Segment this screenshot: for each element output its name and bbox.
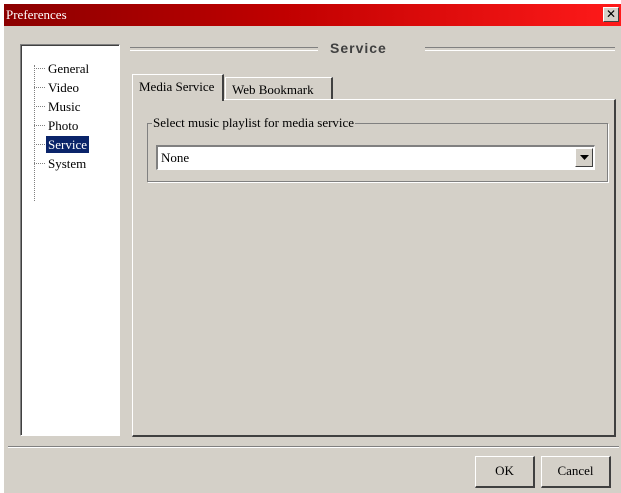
category-tree: General Video Music Photo Service System: [20, 44, 120, 436]
tree-branch-line: [34, 87, 45, 88]
tree-branch-line: [34, 68, 45, 69]
tree-branch-line: [34, 144, 45, 145]
tree-connector-line: [34, 65, 35, 201]
tree-item-label: System: [48, 156, 87, 171]
header-divider-left: [130, 47, 318, 51]
footer-separator: [8, 446, 619, 448]
playlist-groupbox: Select music playlist for media service …: [147, 115, 608, 182]
cancel-button[interactable]: Cancel: [541, 456, 611, 488]
close-icon: ✕: [605, 7, 617, 21]
tab-label: Web Bookmark: [232, 82, 314, 97]
dropdown-button[interactable]: [575, 148, 593, 167]
tab-strip: Media Service Web Bookmark: [132, 74, 616, 101]
chevron-down-icon: [580, 155, 589, 160]
ok-button[interactable]: OK: [475, 456, 535, 488]
playlist-select-value: None: [161, 150, 190, 165]
tree-branch-line: [34, 106, 45, 107]
tree-item-label: Music: [48, 99, 81, 114]
ok-button-label: OK: [495, 463, 514, 478]
tab-label: Media Service: [139, 79, 215, 94]
close-button[interactable]: ✕: [603, 7, 619, 22]
window-title: Preferences: [6, 7, 67, 22]
section-header: Service: [130, 40, 615, 63]
tree-item-label: Service: [46, 136, 89, 153]
title-bar[interactable]: Preferences ✕: [4, 4, 621, 26]
cancel-button-label: Cancel: [557, 463, 594, 478]
tree-item-label: General: [48, 61, 90, 76]
tree-branch-line: [34, 125, 45, 126]
playlist-select[interactable]: None: [156, 145, 595, 170]
preferences-window: Preferences ✕ General Video Music Photo …: [4, 4, 621, 493]
tree-branch-line: [34, 163, 45, 164]
tab-panel-media-service: Select music playlist for media service …: [132, 99, 616, 437]
tree-item-label: Photo: [48, 118, 79, 133]
tree-item-label: Video: [48, 80, 79, 95]
groupbox-label: Select music playlist for media service: [152, 115, 356, 131]
section-title: Service: [330, 40, 387, 56]
tab-web-bookmark[interactable]: Web Bookmark: [225, 77, 333, 101]
tab-media-service[interactable]: Media Service: [132, 74, 224, 101]
header-divider-right: [425, 47, 615, 51]
